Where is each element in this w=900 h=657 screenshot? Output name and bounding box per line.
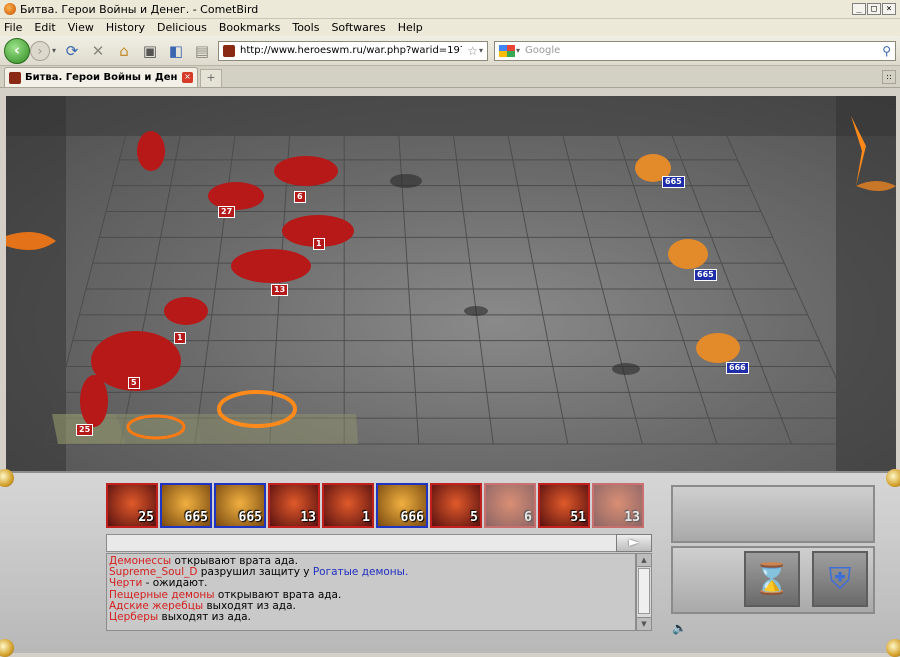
- fullscreen-icon[interactable]: ▣: [140, 41, 160, 61]
- stack-count-red[interactable]: 1: [313, 238, 325, 250]
- queue-slot[interactable]: 13: [268, 483, 320, 528]
- close-window-button[interactable]: ×: [882, 3, 896, 15]
- menu-tools[interactable]: Tools: [292, 21, 319, 34]
- queue-count: 51: [570, 510, 586, 525]
- print-icon[interactable]: ▤: [192, 41, 212, 61]
- menu-bar: File Edit View History Delicious Bookmar…: [0, 19, 900, 36]
- battle-log: Демонессы открывают врата ада. Supreme_S…: [106, 553, 636, 631]
- stack-count-red[interactable]: 5: [128, 377, 140, 389]
- menu-view[interactable]: View: [68, 21, 94, 34]
- corner-ornament-icon: [886, 639, 900, 657]
- queue-count: 13: [624, 510, 640, 525]
- queue-slot[interactable]: 665: [214, 483, 266, 528]
- battle-control-panel: 25 665 665 13 1 666 5 6 51 13 ► Демонесс…: [0, 469, 900, 657]
- queue-count: 25: [138, 510, 154, 525]
- wait-button[interactable]: ⌛: [744, 551, 800, 607]
- corner-ornament-icon: [886, 469, 900, 487]
- stack-count-blue[interactable]: 665: [662, 176, 685, 188]
- bookmark-star-icon[interactable]: ☆: [467, 44, 478, 58]
- tab-favicon-icon: [9, 71, 21, 84]
- queue-slot[interactable]: 13: [592, 483, 644, 528]
- queue-count: 665: [238, 510, 262, 525]
- menu-help[interactable]: Help: [398, 21, 423, 34]
- queue-count: 1: [362, 510, 370, 525]
- history-dropdown-icon[interactable]: ▾: [52, 46, 56, 55]
- url-text[interactable]: http://www.heroeswm.ru/war.php?warid=197…: [240, 45, 462, 56]
- google-icon[interactable]: [499, 44, 516, 57]
- stack-count-red[interactable]: 13: [271, 284, 289, 296]
- queue-slot[interactable]: 51: [538, 483, 590, 528]
- window-titlebar: Битва. Герои Войны и Денег. - CometBird …: [0, 0, 900, 19]
- defend-button[interactable]: ⛨: [812, 551, 868, 607]
- creature-info-box: [671, 485, 875, 543]
- battlefield[interactable]: 27 6 1 13 1 5 25 665 665 666: [6, 96, 896, 471]
- tab-list-button[interactable]: ::: [882, 70, 896, 84]
- queue-count: 665: [184, 510, 208, 525]
- queue-slot[interactable]: 25: [106, 483, 158, 528]
- cometbird-icon: [4, 3, 16, 15]
- tab-close-button[interactable]: ×: [182, 72, 193, 83]
- battlefield-grid: [6, 96, 896, 471]
- queue-slot[interactable]: 666: [376, 483, 428, 528]
- queue-slot[interactable]: 665: [160, 483, 212, 528]
- stack-count-blue[interactable]: 666: [726, 362, 749, 374]
- site-favicon-icon: [223, 44, 236, 57]
- corner-ornament-icon: [0, 639, 14, 657]
- maximize-button[interactable]: □: [867, 3, 881, 15]
- minimize-button[interactable]: _: [852, 3, 866, 15]
- queue-count: 6: [524, 510, 532, 525]
- chat-input[interactable]: [106, 534, 652, 552]
- queue-count: 5: [470, 510, 478, 525]
- queue-slot[interactable]: 6: [484, 483, 536, 528]
- search-placeholder[interactable]: Google: [525, 45, 877, 56]
- navigation-toolbar: ‹ › ▾ ⟳ ✕ ⌂ ▣ ◧ ▤ http://www.heroeswm.ru…: [0, 36, 900, 66]
- back-button[interactable]: ‹: [4, 37, 30, 64]
- turn-queue: 25 665 665 13 1 666 5 6 51 13: [106, 483, 644, 528]
- menu-delicious[interactable]: Delicious: [157, 21, 207, 34]
- menu-bookmarks[interactable]: Bookmarks: [219, 21, 280, 34]
- hourglass-icon: ⌛: [753, 561, 791, 597]
- window-title: Битва. Герои Войны и Денег. - CometBird: [20, 2, 259, 16]
- menu-softwares[interactable]: Softwares: [331, 21, 385, 34]
- queue-slot[interactable]: 5: [430, 483, 482, 528]
- sidebar-icon[interactable]: ◧: [166, 41, 186, 61]
- queue-count: 666: [400, 510, 424, 525]
- engine-dropdown-icon[interactable]: ▾: [516, 46, 520, 55]
- send-button[interactable]: ►: [616, 534, 652, 552]
- log-scrollbar[interactable]: ▲ ▼: [636, 553, 652, 631]
- home-icon[interactable]: ⌂: [114, 41, 134, 61]
- url-bar[interactable]: http://www.heroeswm.ru/war.php?warid=197…: [218, 40, 489, 61]
- search-box[interactable]: ▾ Google ⚲: [494, 40, 896, 61]
- stack-count-red[interactable]: 1: [174, 332, 186, 344]
- sound-icon[interactable]: 🔈: [672, 621, 687, 635]
- reload-icon[interactable]: ⟳: [62, 41, 82, 61]
- queue-slot[interactable]: 1: [322, 483, 374, 528]
- scroll-down-icon[interactable]: ▼: [637, 617, 651, 630]
- new-tab-button[interactable]: +: [200, 69, 222, 87]
- search-icon[interactable]: ⚲: [882, 44, 891, 58]
- corner-ornament-icon: [0, 469, 14, 487]
- tab-battle[interactable]: Битва. Герои Войны и Денег. ×: [4, 67, 198, 87]
- tab-strip: Битва. Герои Войны и Денег. × + ::: [0, 66, 900, 88]
- stack-count-red[interactable]: 6: [294, 191, 306, 203]
- url-dropdown-icon[interactable]: ▾: [479, 46, 483, 55]
- scroll-up-icon[interactable]: ▲: [637, 554, 651, 567]
- menu-edit[interactable]: Edit: [34, 21, 55, 34]
- menu-history[interactable]: History: [106, 21, 145, 34]
- log-line: Церберы выходят из ада.: [109, 611, 251, 624]
- queue-count: 13: [300, 510, 316, 525]
- scroll-thumb[interactable]: [638, 568, 650, 614]
- forward-button[interactable]: ›: [30, 40, 50, 61]
- stop-icon[interactable]: ✕: [88, 41, 108, 61]
- stack-count-blue[interactable]: 665: [694, 269, 717, 281]
- shield-icon: ⛨: [828, 561, 852, 597]
- stack-count-red[interactable]: 27: [218, 206, 236, 218]
- stack-count-red[interactable]: 25: [76, 424, 94, 436]
- tab-label[interactable]: Битва. Герои Войны и Денег.: [25, 72, 178, 83]
- menu-file[interactable]: File: [4, 21, 22, 34]
